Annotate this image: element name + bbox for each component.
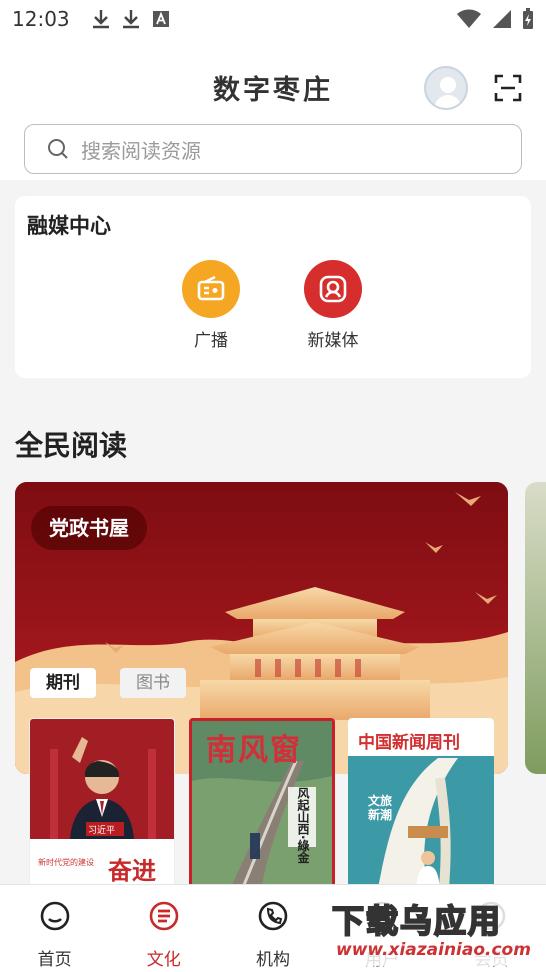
- search-placeholder: 搜索阅读资源: [81, 138, 201, 163]
- status-notification-icons: [92, 9, 170, 29]
- banner-badge: 党政书屋: [31, 506, 147, 550]
- banner-tabs: 期刊 图书: [30, 668, 186, 698]
- cover-nameplate: 习近平: [88, 826, 116, 836]
- cover-headline: 风起山西·綠金: [296, 787, 310, 864]
- media-item-new-media[interactable]: 新媒体: [278, 260, 388, 351]
- media-item-label: 新媒体: [307, 331, 359, 351]
- culture-icon: [149, 901, 179, 931]
- next-banner-peek[interactable]: [525, 482, 546, 774]
- app-screen: 12:03 数字枣庄 搜索阅读资源 融媒中心 广播 新媒体 全民阅读 党政书屋 …: [0, 0, 546, 972]
- new-media-icon: [304, 260, 362, 318]
- tab-periodicals[interactable]: 期刊: [30, 668, 96, 698]
- avatar[interactable]: [424, 66, 468, 110]
- cover-nameplate: 中国新闻周刊: [358, 733, 460, 753]
- media-center-card: 融媒中心 广播 新媒体: [15, 196, 531, 378]
- radio-icon: [182, 260, 240, 318]
- nav-item-culture[interactable]: 文化: [109, 885, 218, 972]
- nav-item-institution[interactable]: 机构: [218, 885, 327, 972]
- cover-nameplate: 南风窗: [206, 733, 302, 768]
- app-header: 数字枣庄 搜索阅读资源: [0, 38, 546, 180]
- scan-icon[interactable]: [494, 74, 522, 102]
- tab-books[interactable]: 图书: [120, 668, 186, 698]
- media-center-title: 融媒中心: [27, 214, 111, 238]
- magazine-cover[interactable]: 习近平 新时代党的建设 奋进: [29, 718, 175, 888]
- download-icon: [92, 10, 109, 29]
- status-system-icons: [456, 8, 534, 30]
- download-icon: [122, 10, 139, 29]
- nav-label: 文化: [146, 950, 181, 970]
- battery-icon: [523, 8, 533, 29]
- media-item-radio[interactable]: 广播: [156, 260, 266, 351]
- nav-label: 机构: [255, 950, 290, 970]
- watermark: 下载乌应用 www.xiazainiao.com: [326, 892, 546, 966]
- wifi-icon: [457, 9, 481, 28]
- status-bar: 12:03: [0, 0, 546, 38]
- nav-label: 首页: [37, 950, 72, 970]
- magazine-cover[interactable]: 南风窗 风起山西·綠金: [189, 718, 335, 888]
- app-notification-icon: [152, 11, 169, 27]
- home-icon: [40, 901, 69, 931]
- search-bar[interactable]: 搜索阅读资源: [24, 124, 522, 174]
- cover-headline: 奋进: [108, 856, 156, 885]
- magazine-cover[interactable]: 中国新闻周刊 文旅新潮: [348, 718, 494, 888]
- signal-icon: [493, 10, 511, 28]
- institution-icon: [258, 901, 288, 931]
- reading-section-title: 全民阅读: [15, 429, 128, 462]
- media-item-label: 广播: [194, 331, 228, 351]
- nav-item-home[interactable]: 首页: [0, 885, 109, 972]
- watermark-title: 下载乌应用: [331, 901, 503, 941]
- search-icon: [48, 139, 68, 159]
- cover-subline: 新时代党的建设: [38, 858, 94, 867]
- watermark-url: www.xiazainiao.com: [336, 940, 531, 960]
- cover-headline: 文旅新潮: [368, 794, 393, 822]
- status-time: 12:03: [12, 7, 70, 31]
